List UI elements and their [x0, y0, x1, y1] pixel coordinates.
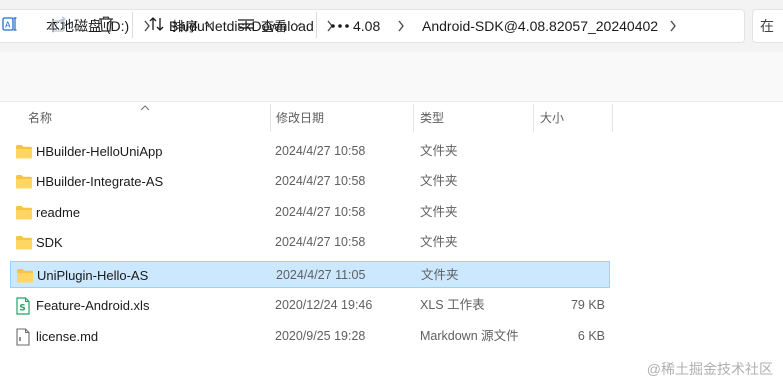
file-row[interactable]: SDK 2024/4/27 10:58 文件夹: [10, 229, 610, 256]
file-modified-date: 2024/4/27 10:58: [275, 205, 366, 219]
svg-text:S: S: [19, 303, 25, 313]
file-row[interactable]: license.md 2020/9/25 19:28 Markdown 源文件 6 K…: [10, 323, 610, 350]
file-name: license.md: [36, 329, 99, 344]
file-modified-date: 2024/4/27 10:58: [275, 235, 366, 249]
sort-label: 排序: [172, 18, 199, 34]
document-icon: [15, 323, 33, 350]
share-button[interactable]: [50, 0, 68, 50]
file-modified-date: 2024/4/27 10:58: [275, 174, 366, 188]
watermark: @稀土掘金技术社区: [646, 361, 773, 377]
breadcrumb-android-sdk[interactable]: Android-SDK@4.08.82057_20240402: [422, 9, 658, 43]
file-row[interactable]: HBuilder-Integrate-AS 2024/4/27 10:58 文件夹: [10, 168, 610, 195]
more-options-button[interactable]: [330, 0, 350, 50]
sort-button[interactable]: 排序: [148, 0, 213, 50]
more-options-icon: [330, 18, 350, 32]
file-modified-date: 2024/4/27 11:05: [276, 268, 366, 282]
file-name: HBuilder-HelloUniApp: [36, 144, 163, 159]
sort-ascending-icon: [140, 101, 150, 111]
file-type: 文件夹: [420, 235, 458, 249]
file-name: UniPlugin-Hello-AS: [37, 268, 149, 283]
column-header-name[interactable]: 名称: [28, 102, 52, 132]
toolbar-divider: [132, 12, 133, 38]
file-name: Feature-Android.xls: [36, 298, 150, 313]
trash-icon: [97, 15, 115, 36]
file-type: 文件夹: [421, 268, 459, 282]
file-type: Markdown 源文件: [420, 329, 519, 343]
svg-text:A: A: [5, 20, 11, 29]
search-placeholder: 在: [760, 18, 774, 34]
chevron-down-icon: [293, 22, 302, 28]
file-modified-date: 2020/12/24 19:46: [275, 298, 373, 312]
file-type: 文件夹: [420, 205, 458, 219]
file-row[interactable]: readme 2024/4/27 10:58 文件夹: [10, 199, 610, 226]
file-type: 文件夹: [420, 174, 458, 188]
file-name: SDK: [36, 235, 63, 250]
spreadsheet-icon: S: [15, 292, 33, 319]
file-size: 79 KB: [570, 298, 605, 312]
view-icon: [237, 15, 255, 36]
file-name: readme: [36, 205, 81, 220]
file-size: 6 KB: [577, 329, 605, 343]
folder-icon: [15, 168, 33, 195]
file-modified-date: 2020/9/25 19:28: [275, 329, 366, 343]
folder-icon: [16, 262, 34, 289]
rename-icon: A: [2, 15, 20, 36]
view-label: 查看: [261, 18, 288, 34]
column-divider[interactable]: [533, 104, 534, 132]
file-type: XLS 工作表: [420, 298, 485, 312]
column-divider[interactable]: [413, 104, 414, 132]
view-button[interactable]: 查看: [237, 0, 302, 50]
folder-icon: [15, 229, 33, 256]
column-divider[interactable]: [612, 104, 613, 132]
chevron-right-icon[interactable]: [666, 9, 680, 43]
column-divider[interactable]: [270, 104, 271, 132]
chevron-down-icon: [204, 22, 213, 28]
file-type: 文件夹: [420, 144, 458, 158]
chevron-right-icon[interactable]: [394, 9, 408, 43]
rename-button[interactable]: A: [2, 0, 20, 50]
toolbar-divider: [316, 12, 317, 38]
sort-icon: [148, 15, 166, 36]
file-row[interactable]: HBuilder-HelloUniApp 2024/4/27 10:58 文件夹: [10, 138, 610, 165]
column-header-type[interactable]: 类型: [420, 102, 444, 132]
breadcrumb-version[interactable]: 4.08: [353, 9, 380, 43]
command-bar: [0, 52, 783, 102]
column-header-date[interactable]: 修改日期: [276, 102, 324, 132]
file-row[interactable]: UniPlugin-Hello-AS 2024/4/27 11:05 文件夹: [10, 261, 610, 288]
file-modified-date: 2024/4/27 10:58: [275, 144, 366, 158]
file-row[interactable]: S Feature-Android.xls 2020/12/24 19:46 XLS …: [10, 292, 610, 319]
share-icon: [50, 15, 68, 36]
folder-icon: [15, 199, 33, 226]
file-name: HBuilder-Integrate-AS: [36, 174, 164, 189]
folder-icon: [15, 138, 33, 165]
column-header-size[interactable]: 大小: [540, 102, 564, 132]
delete-button[interactable]: [97, 0, 115, 50]
